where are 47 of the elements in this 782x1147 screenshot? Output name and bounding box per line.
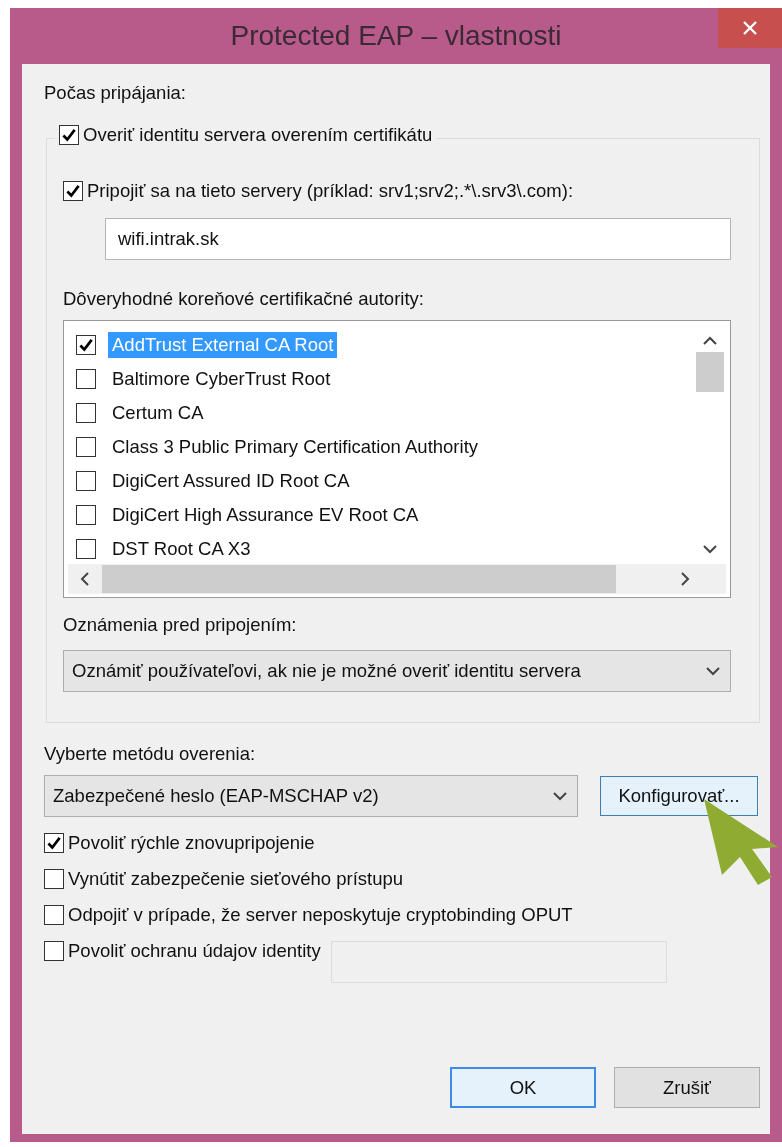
dialog-button[interactable]: Zrušiť: [614, 1067, 760, 1108]
checkbox-label: Povoliť ochranu údajov identity: [68, 940, 321, 962]
server-input-field[interactable]: wifi.intrak.sk: [105, 218, 731, 260]
close-icon: [742, 20, 758, 36]
checkbox-label: Pripojiť sa na tieto servery (príklad: srv1;srv2;.*\.srv3\.com):: [87, 180, 574, 202]
checkbox[interactable]: [76, 403, 96, 423]
checkbox[interactable]: [44, 941, 64, 961]
checkbox[interactable]: [63, 181, 83, 201]
checkbox[interactable]: [59, 125, 79, 145]
list-item[interactable]: DigiCert Assured ID Root CA: [108, 468, 354, 494]
checkbox-label: Vynútiť zabezpečenie sieťového prístupu: [68, 868, 404, 890]
list-label: Dôveryhodné koreňové certifikačné autority:: [63, 288, 425, 310]
dialog-button[interactable]: OK: [450, 1067, 596, 1108]
checkbox-label: Overiť identitu servera overením certifikátu: [83, 124, 433, 146]
chevron-down-icon: [553, 791, 567, 801]
window-title: Protected EAP – vlastnosti: [230, 20, 562, 52]
section-label: Počas pripájania:: [44, 82, 187, 104]
checkbox[interactable]: [44, 905, 64, 925]
list-item[interactable]: Class 3 Public Primary Certification Authority: [108, 434, 483, 460]
checkbox[interactable]: [76, 539, 96, 559]
checkbox[interactable]: [76, 335, 96, 355]
scroll-thumb[interactable]: [102, 565, 616, 593]
close-button[interactable]: [718, 8, 782, 48]
method-dropdown[interactable]: Zabezpečené heslo (EAP-MSCHAP v2): [44, 775, 578, 817]
checkbox[interactable]: [76, 437, 96, 457]
scroll-down-icon[interactable]: [703, 544, 717, 554]
scroll-thumb[interactable]: [696, 352, 724, 392]
scroll-up-icon[interactable]: [703, 336, 717, 346]
list-item[interactable]: Certum CA: [108, 400, 208, 426]
checkbox[interactable]: [76, 471, 96, 491]
notification-dropdown[interactable]: Oznámiť používateľovi, ak nie je možné overiť identitu servera: [63, 650, 731, 692]
checkbox[interactable]: [76, 369, 96, 389]
scroll-right-icon[interactable]: [680, 572, 690, 586]
checkbox[interactable]: [76, 505, 96, 525]
list-item[interactable]: DST Root CA X3: [108, 536, 255, 562]
configure-button[interactable]: Konfigurovať...: [600, 776, 758, 816]
chevron-down-icon: [706, 666, 720, 676]
dropdown-label: Vyberte metódu overenia:: [44, 743, 257, 765]
checkbox-label: Povoliť rýchle znovupripojenie: [68, 832, 315, 854]
checkbox[interactable]: [44, 869, 64, 889]
dropdown-label: Oznámenia pred pripojením:: [63, 614, 298, 636]
list-item[interactable]: Baltimore CyberTrust Root: [108, 366, 335, 392]
list-item[interactable]: DigiCert High Assurance EV Root CA: [108, 502, 423, 528]
checkbox-label: Odpojiť v prípade, že server neposkytuje cryptobinding OPUT: [68, 904, 573, 926]
horizontal-scrollbar[interactable]: [68, 564, 726, 594]
scroll-left-icon[interactable]: [80, 572, 90, 586]
checkbox[interactable]: [44, 833, 64, 853]
